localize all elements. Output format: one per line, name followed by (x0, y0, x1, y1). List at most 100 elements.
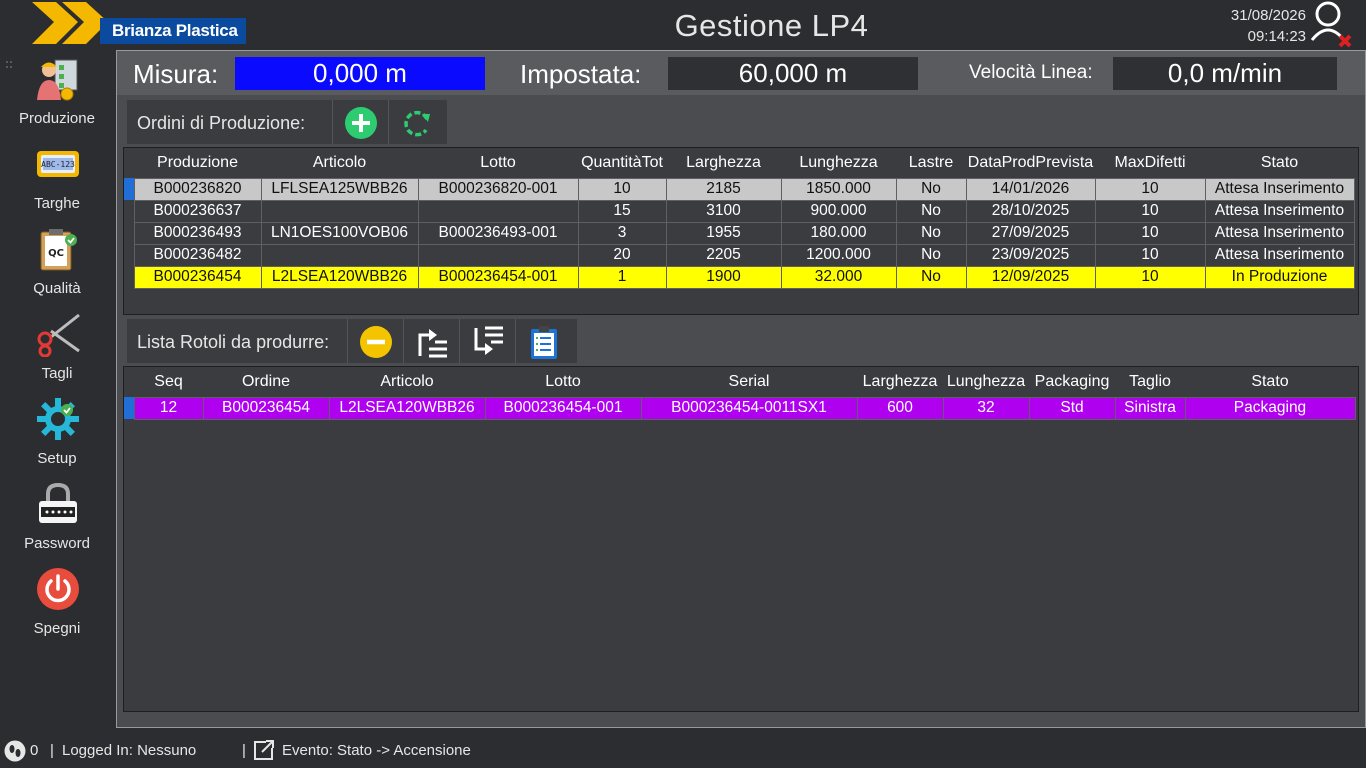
logged-in-status: Logged In: Nessuno (62, 742, 197, 759)
column-header[interactable]: Lotto (418, 148, 578, 178)
header-spacer (124, 148, 134, 178)
row-selector-marker (124, 397, 134, 419)
table-cell: No (895, 265, 967, 289)
column-header[interactable]: Packaging (1029, 367, 1115, 397)
column-header[interactable]: QuantitàTot (578, 148, 666, 178)
impostata-value: 60,000 m (668, 57, 918, 90)
table-row[interactable]: B000236820 LFLSEA125WBB26 B000236820-001 10… (124, 177, 1355, 201)
roll-report-button[interactable] (515, 319, 571, 363)
table-cell: 23/09/2025 (965, 243, 1096, 267)
column-header[interactable]: Seq (134, 367, 203, 397)
table-cell: 1900 (665, 265, 782, 289)
sidebar-item-label: Produzione (19, 110, 95, 127)
table-cell: B000236493-001 (417, 221, 579, 245)
column-header[interactable]: MaxDifetti (1095, 148, 1205, 178)
table-cell: L2LSEA120WBB26 (328, 396, 486, 420)
table-cell: B000236454 (133, 265, 262, 289)
sidebar-item-tagli[interactable]: Tagli (0, 307, 114, 392)
column-header[interactable]: DataProdPrevista (966, 148, 1095, 178)
row-selector-marker (124, 200, 134, 222)
table-cell: No (895, 177, 967, 201)
table-row[interactable]: B000236482 20 2205 1200.000 No 23/09/2025 10 At… (124, 243, 1355, 267)
misura-label: Misura: (133, 59, 219, 89)
column-header[interactable]: Lastre (896, 148, 966, 178)
svg-text:QC: QC (48, 248, 64, 259)
sidebar-item-password[interactable]: Password (0, 477, 114, 562)
row-selector-marker (124, 178, 134, 200)
rolls-table: Seq Ordine Articolo Lotto Serial Larghezza Lun… (124, 367, 1356, 420)
column-header[interactable]: Stato (1205, 148, 1354, 178)
table-cell: Packaging (1184, 396, 1356, 420)
table-cell: B000236493 (133, 221, 262, 245)
velocita-label: Velocità Linea: (969, 62, 1093, 83)
sidebar-item-qualita[interactable]: QC Qualità (0, 222, 114, 307)
table-cell: 1200.000 (780, 243, 897, 267)
event-count: 0 (30, 742, 39, 759)
sidebar-item-targhe[interactable]: ABC-123 Targhe (0, 137, 114, 222)
add-order-button[interactable] (332, 100, 388, 144)
table-cell: 12/09/2025 (965, 265, 1096, 289)
column-header[interactable]: Larghezza (666, 148, 781, 178)
table-cell: 28/10/2025 (965, 199, 1096, 223)
table-cell: 900.000 (780, 199, 897, 223)
table-cell: 10 (1094, 243, 1206, 267)
table-cell: 14/01/2026 (965, 177, 1096, 201)
orders-header-row: Produzione Articolo Lotto QuantitàTot Larghe… (124, 148, 1354, 178)
table-cell: L2LSEA120WBB26 (260, 265, 419, 289)
table-row[interactable]: B000236493 LN1OES100VOB06 B000236493-001 3 1… (124, 221, 1355, 245)
scissors-icon (37, 313, 80, 357)
sidebar-item-spegni[interactable]: Spegni (0, 562, 114, 647)
orders-table: Produzione Articolo Lotto QuantitàTot Larghe… (124, 148, 1355, 289)
table-cell: Attesa Inserimento (1204, 177, 1355, 201)
column-header[interactable]: Lunghezza (943, 367, 1029, 397)
table-cell: 27/09/2025 (965, 221, 1096, 245)
table-row[interactable]: B000236637 15 3100 900.000 No 28/10/2025 10 Att… (124, 199, 1355, 223)
svg-text:ABC-123: ABC-123 (41, 160, 75, 169)
table-cell: 15 (577, 199, 667, 223)
column-header[interactable]: Lunghezza (781, 148, 896, 178)
move-roll-down-button[interactable] (459, 319, 515, 363)
table-row[interactable]: 12 B000236454 L2LSEA120WBB26 B000236454-001… (124, 396, 1356, 420)
row-selector-marker (124, 266, 134, 288)
table-cell (417, 243, 579, 267)
column-header[interactable]: Ordine (203, 367, 329, 397)
table-cell: B000236820-001 (417, 177, 579, 201)
column-header[interactable]: Lotto (485, 367, 641, 397)
column-header[interactable]: Taglio (1115, 367, 1185, 397)
sidebar-item-produzione[interactable]: Produzione (0, 52, 114, 137)
event-status: Evento: Stato -> Accensione (282, 742, 471, 759)
user-logged-out-icon[interactable] (1308, 0, 1354, 48)
header-spacer (124, 367, 134, 397)
header: Brianza Plastica Gestione LP4 31/08/2026… (0, 0, 1366, 50)
row-selector-marker (124, 244, 134, 266)
column-header[interactable]: Articolo (329, 367, 485, 397)
table-cell (260, 243, 419, 267)
table-cell: Sinistra (1114, 396, 1186, 420)
table-cell: B000236454-001 (417, 265, 579, 289)
main-panel: Misura: 0,000 m Impostata: 60,000 m Velo… (116, 50, 1366, 728)
table-cell: Attesa Inserimento (1204, 199, 1355, 223)
column-header[interactable]: Produzione (134, 148, 261, 178)
gear-check-icon (37, 398, 79, 440)
orders-toolbar: Ordini di Produzione: (127, 100, 447, 144)
remove-roll-button[interactable] (347, 319, 403, 363)
sidebar-item-label: Setup (37, 450, 77, 467)
column-header[interactable]: Articolo (261, 148, 418, 178)
column-header[interactable]: Serial (641, 367, 857, 397)
table-row[interactable]: B000236454 L2LSEA120WBB26 B000236454-001 1 1… (124, 265, 1355, 289)
move-roll-up-button[interactable] (403, 319, 459, 363)
refresh-orders-button[interactable] (388, 100, 444, 144)
table-cell: 1955 (665, 221, 782, 245)
orders-toolbar-label: Ordini di Produzione: (137, 113, 306, 133)
table-cell: 32 (942, 396, 1030, 420)
table-cell: Attesa Inserimento (1204, 221, 1355, 245)
table-cell: 10 (1094, 177, 1206, 201)
license-plate-icon: ABC-123 (37, 151, 79, 177)
sidebar-item-setup[interactable]: Setup (0, 392, 114, 477)
sidebar-item-label: Targhe (34, 195, 80, 212)
impostata-label: Impostata: (520, 59, 642, 89)
column-header[interactable]: Larghezza (857, 367, 943, 397)
separator: | (50, 742, 54, 759)
brand-name: Brianza Plastica (100, 18, 246, 44)
column-header[interactable]: Stato (1185, 367, 1355, 397)
